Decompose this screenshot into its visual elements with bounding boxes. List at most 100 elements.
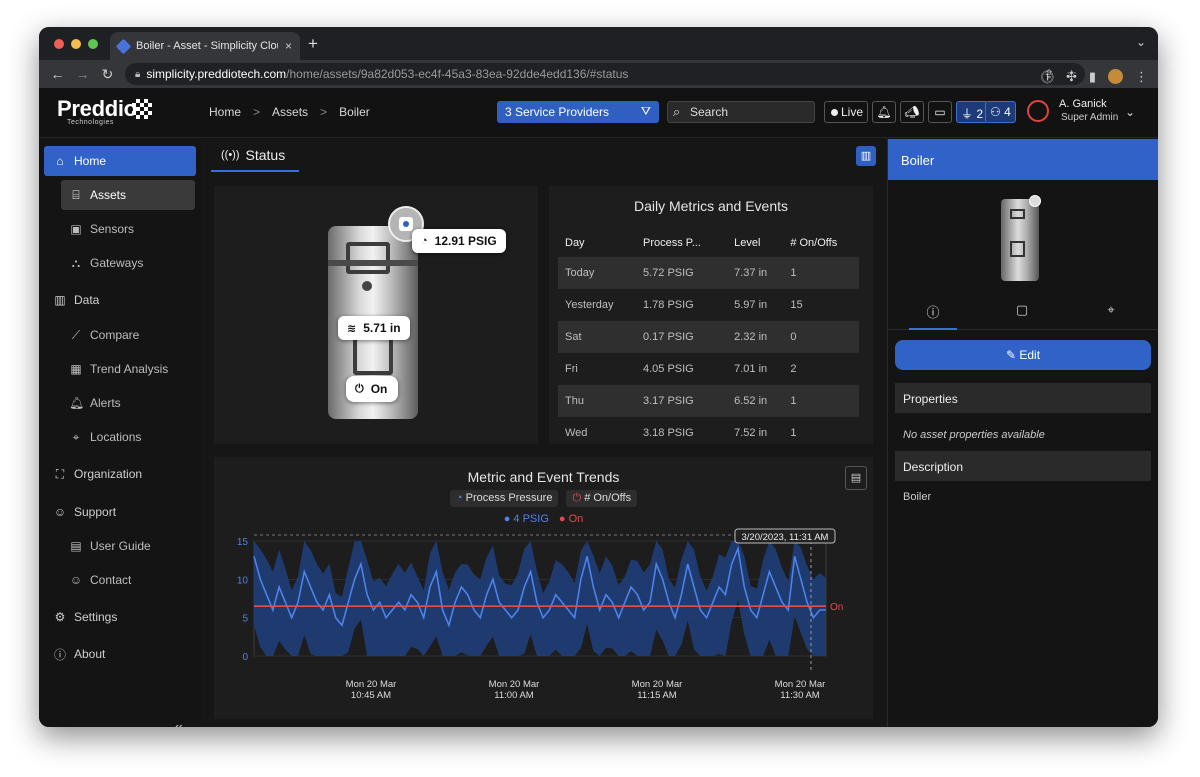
sidebar-item-compare[interactable]: ⟋ Compare (61, 320, 195, 350)
calendar-icon: ▦ (70, 362, 82, 376)
minimize-window-button[interactable] (71, 39, 81, 49)
sidebar-item-data[interactable]: ▥ Data (44, 285, 196, 315)
notifications-bell-icon[interactable]: 🔔︎ (872, 101, 896, 123)
sidebar-item-label: User Guide (90, 539, 151, 553)
browser-menu-icon[interactable]: ⋮ (1135, 69, 1148, 85)
table-cell: 1 (783, 257, 859, 289)
table-cell: Wed (565, 427, 588, 439)
live-toggle-button[interactable]: Live (824, 101, 868, 123)
sidebar-item-user-guide[interactable]: ▤ User Guide (61, 531, 195, 561)
line-chart-icon: ⟋ (71, 327, 81, 342)
sidebar-item-alerts[interactable]: 🔔︎ Alerts (61, 388, 195, 418)
breadcrumb-assets[interactable]: Assets (272, 105, 308, 119)
sidebar-item-sensors[interactable]: ▣ Sensors (61, 214, 195, 244)
x-tick-label: Mon 20 Mar (346, 679, 397, 690)
url-path: /home/assets/9a82d053-ec4f-45a3-83ea-92d… (286, 67, 629, 81)
sidebar-item-settings[interactable]: ⚙ Settings (44, 602, 196, 632)
sidebar-item-locations[interactable]: ⌖ Locations (61, 422, 195, 452)
search-input[interactable]: ⌕ Search (667, 101, 815, 123)
power-state-readout[interactable]: ⏻ On (346, 376, 398, 402)
tab-status[interactable]: ((•)) Status (211, 139, 299, 172)
close-window-button[interactable] (54, 39, 64, 49)
tab-list-chevron-icon[interactable]: ⌄ (1136, 35, 1146, 49)
sidebar-item-label: Compare (90, 328, 140, 342)
sidebar-item-label: Assets (90, 188, 127, 202)
table-cell: Fri (565, 363, 578, 375)
reload-icon[interactable]: ↻ (95, 66, 120, 83)
new-tab-button[interactable]: + (308, 34, 318, 54)
trend-chart-card: Metric and Event Trends ▤ ◔ Process Pres… (214, 457, 873, 719)
announcements-megaphone-icon[interactable]: 📣︎ (900, 101, 924, 123)
logo-mark-icon (132, 99, 152, 119)
tab-location-icon[interactable]: ⌖ (1087, 302, 1135, 330)
table-row[interactable]: Yesterday 1.78 PSIG 5.97 in 15 (558, 289, 859, 321)
preddio-logo[interactable]: Preddio Technologies (57, 96, 152, 126)
pencil-icon: ✎ (1005, 348, 1017, 362)
sidebar-item-trend-analysis[interactable]: ▦ Trend Analysis (61, 354, 195, 384)
main-content: ((•)) Status ▥ ◔ 12.91 PSIG ≋ 5.71 in ⏻ (201, 139, 887, 727)
gateway-icon: ⛬ (71, 255, 81, 270)
sidebar-item-label: Alerts (90, 396, 121, 410)
contact-icon: ☺ (69, 573, 83, 587)
tab-close-icon[interactable]: × (285, 39, 292, 53)
sidebar-item-contact[interactable]: ☺ Contact (61, 565, 195, 595)
plug-icon: ⏚ (961, 107, 974, 121)
bank-icon: ⌸ (72, 187, 80, 202)
power-state-value: On (370, 382, 388, 396)
sidebar-toggle-icon[interactable]: ▮ (1089, 69, 1096, 85)
table-cell: 1 (790, 427, 797, 439)
address-bar[interactable]: 🔒︎ simplicity.preddiotech.com /home/asse… (125, 63, 1085, 85)
panel-layout-button[interactable]: ▥ (856, 146, 876, 166)
thumb-window (1010, 241, 1025, 257)
tab-info-icon[interactable]: ⓘ (909, 302, 957, 330)
breadcrumb-home[interactable]: Home (209, 105, 241, 119)
edit-button[interactable]: ✎ Edit (895, 340, 1151, 370)
daily-metrics-table: Day Process P... Level # On/Offs Today 5.… (558, 229, 859, 444)
on-level-label: On (830, 602, 843, 613)
column-header[interactable]: # On/Offs (783, 229, 859, 257)
thumb-sensor (1029, 195, 1041, 207)
info-icon: ⓘ (53, 647, 66, 662)
search-placeholder: Search (690, 105, 729, 119)
chat-icon[interactable]: ▭ (928, 101, 952, 123)
column-header[interactable]: Process P... (636, 229, 727, 257)
service-providers-filter[interactable]: 3 Service Providers ⛛ (497, 101, 659, 123)
pressure-readout[interactable]: ◔ 12.91 PSIG (412, 229, 506, 253)
tab-notes-icon[interactable]: ▢ (998, 302, 1046, 330)
people-count-badge[interactable]: ⚇ 4 (985, 101, 1016, 123)
table-cell: 7.37 in (727, 257, 784, 289)
document-icon: ▤ (70, 539, 82, 553)
profile-avatar[interactable] (1108, 69, 1123, 84)
home-icon: ⌂ (56, 154, 64, 168)
trend-chart-svg[interactable]: 051015On3/20/2023, 11:31 AMMon 20 Mar10:… (214, 457, 873, 719)
table-row[interactable]: Fri 4.05 PSIG 7.01 in 2 (558, 353, 859, 385)
column-header[interactable]: Level (727, 229, 783, 257)
level-readout[interactable]: ≋ 5.71 in (338, 316, 410, 340)
sidebar-item-gateways[interactable]: ⛬ Gateways (61, 248, 195, 278)
sidebar-item-assets[interactable]: ⌸ Assets (61, 180, 195, 210)
chevron-down-icon[interactable]: ⌄ (1125, 105, 1135, 119)
collapse-sidebar-button[interactable]: « (174, 719, 183, 727)
table-row[interactable]: Today 5.72 PSIG 7.37 in 1 (558, 257, 859, 289)
forward-arrow-icon[interactable]: → (70, 66, 95, 82)
sidebar-item-about[interactable]: ⓘ About (44, 639, 196, 669)
y-tick-label: 10 (237, 575, 249, 586)
table-row[interactable]: Wed 3.18 PSIG 7.52 in 1 (558, 417, 859, 444)
sidebar-item-organization[interactable]: ⛶ Organization (44, 459, 196, 489)
table-cell: Thu (558, 385, 636, 417)
password-extension-icon[interactable]: ⓵ (1041, 67, 1054, 86)
sidebar-item-home[interactable]: ⌂ Home (44, 146, 196, 176)
table-cell: 4.05 PSIG (642, 363, 694, 375)
browser-tab-boiler[interactable]: Boiler - Asset - Simplicity Clou × (110, 32, 300, 60)
user-avatar (1027, 100, 1049, 122)
plug-count-badge[interactable]: ⏚ 2 (956, 101, 989, 123)
maximize-window-button[interactable] (88, 39, 98, 49)
description-value: Boiler (903, 491, 932, 503)
back-arrow-icon[interactable]: ← (45, 66, 70, 82)
puzzle-extensions-icon[interactable]: ✣ (1066, 69, 1077, 85)
hover-tooltip-text: 3/20/2023, 11:31 AM (742, 532, 829, 543)
table-row[interactable]: Thu 3.17 PSIG 6.52 in 1 (558, 385, 859, 417)
sidebar-item-support[interactable]: ☺ Support (44, 497, 196, 527)
table-row[interactable]: Sat 0.17 PSIG 2.32 in 0 (558, 321, 859, 353)
column-header[interactable]: Day (558, 229, 636, 257)
